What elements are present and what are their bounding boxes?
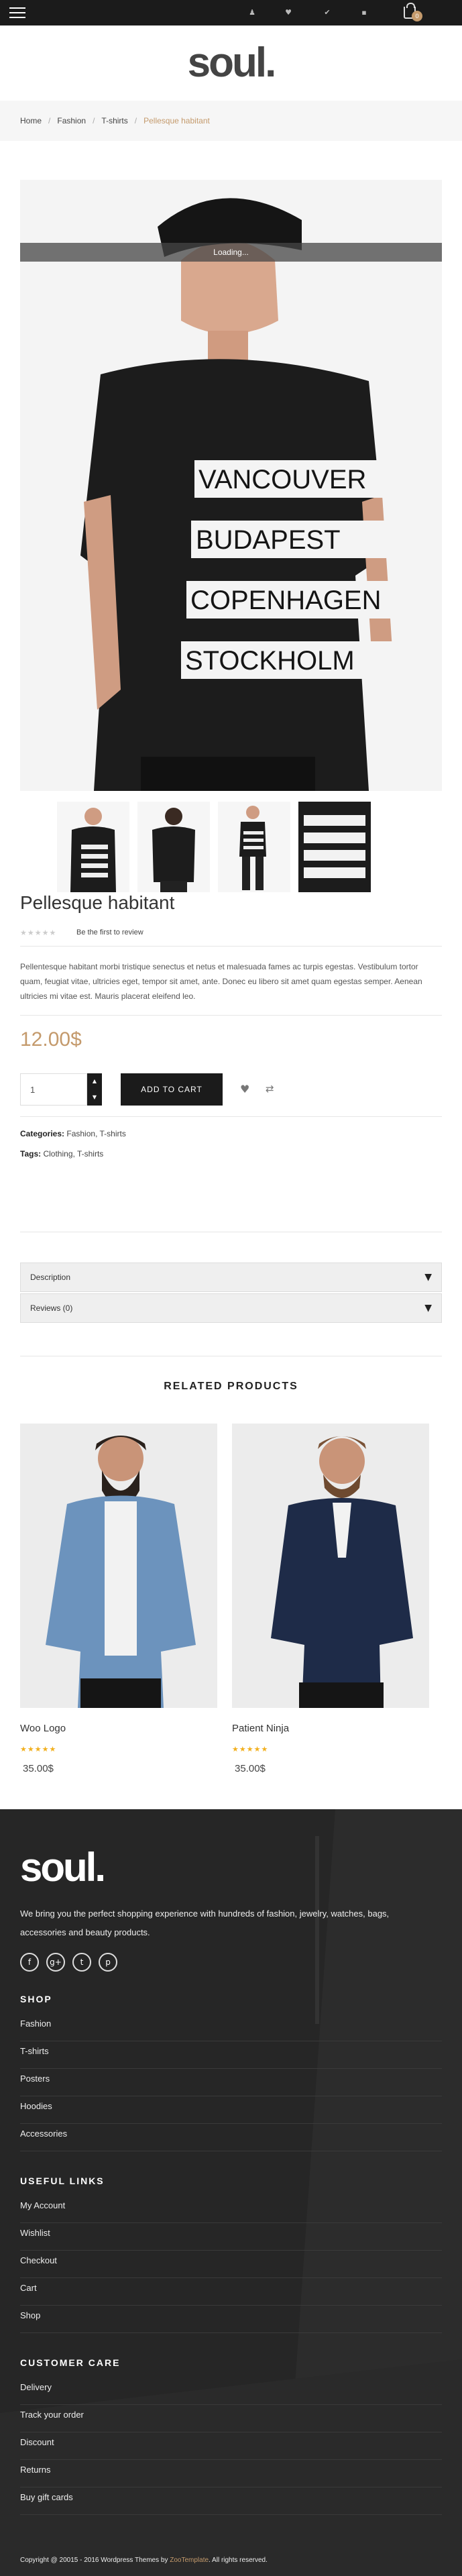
check-icon[interactable]: ✔	[323, 8, 332, 17]
footer: soul. We bring you the perfect shopping …	[0, 1809, 462, 2576]
footer-link[interactable]: Cart	[20, 2278, 442, 2306]
product-main-image[interactable]: VANCOUVER BUDAPEST COPENHAGEN STOCKHOLM …	[20, 180, 442, 791]
footer-about: We bring you the perfect shopping experi…	[20, 1909, 390, 1937]
divider	[20, 946, 442, 947]
footer-link[interactable]: Shop	[20, 2306, 442, 2333]
copyright: Copyright @ 20015 - 2016 Wordpress Theme…	[20, 2557, 268, 2564]
related-product-name[interactable]: Patient Ninja	[232, 1723, 289, 1734]
related-product-image[interactable]	[20, 1424, 217, 1708]
related-product-price: 35.00$	[235, 1763, 266, 1774]
pinterest-icon[interactable]: p	[99, 1953, 117, 1972]
product-categories: Categories: Fashion, T-shirts	[20, 1129, 126, 1138]
thumbnail-4[interactable]	[298, 802, 371, 892]
google-plus-icon[interactable]: g+	[46, 1953, 65, 1972]
breadcrumb-current: Pellesque habitant	[143, 116, 210, 125]
wishlist-icon[interactable]: ♥	[240, 1083, 249, 1095]
cart-count-badge: 0	[412, 11, 422, 21]
footer-link[interactable]: Returns	[20, 2460, 442, 2487]
svg-text:STOCKHOLM: STOCKHOLM	[185, 646, 355, 676]
divider	[20, 1015, 442, 1016]
add-to-cart-button[interactable]: ADD TO CART	[121, 1073, 223, 1106]
related-product-name[interactable]: Woo Logo	[20, 1723, 66, 1734]
tags-label: Tags:	[20, 1149, 42, 1159]
quantity-value: 1	[30, 1085, 36, 1095]
brand-link[interactable]: ZooTemplate	[170, 2557, 209, 2564]
product-price: 12.00$	[20, 1028, 82, 1051]
chevron-down-icon[interactable]: ▼	[87, 1089, 102, 1106]
footer-link[interactable]: Delivery	[20, 2377, 442, 2405]
product-description: Pellentesque habitant morbi tristique se…	[20, 962, 422, 1001]
footer-link[interactable]: Track your order	[20, 2405, 442, 2432]
tags-links[interactable]: Clothing, T-shirts	[43, 1149, 103, 1159]
breadcrumb-home[interactable]: Home	[20, 116, 42, 125]
menu-icon[interactable]	[9, 7, 25, 18]
related-product-stars: ★★★★★	[20, 1745, 57, 1754]
footer-link[interactable]: T-shirts	[20, 2041, 442, 2069]
footer-link[interactable]: Checkout	[20, 2251, 442, 2278]
svg-text:COPENHAGEN: COPENHAGEN	[190, 586, 382, 615]
tab-description-label: Description	[30, 1273, 71, 1282]
thumbnail-3[interactable]	[218, 802, 290, 892]
compare-icon[interactable]: ⇄	[266, 1083, 274, 1095]
copyright-rights: . All rights reserved.	[209, 2557, 268, 2564]
footer-link[interactable]: Buy gift cards	[20, 2487, 442, 2515]
breadcrumb-fashion[interactable]: Fashion	[57, 116, 86, 125]
footer-care-title: CUSTOMER CARE	[20, 2357, 121, 2368]
tab-description[interactable]: Description ▼	[20, 1263, 442, 1292]
svg-text:BUDAPEST: BUDAPEST	[196, 525, 341, 555]
lock-icon[interactable]: ▪	[359, 8, 369, 17]
quantity-input[interactable]: 1	[20, 1073, 87, 1106]
product-tags: Tags: Clothing, T-shirts	[20, 1149, 103, 1159]
footer-link[interactable]: Hoodies	[20, 2096, 442, 2124]
chevron-down-icon: ▼	[424, 1272, 432, 1283]
thumbnail-2[interactable]	[137, 802, 210, 892]
quantity-stepper[interactable]: ▲ ▼	[87, 1073, 102, 1106]
categories-links[interactable]: Fashion, T-shirts	[66, 1129, 125, 1138]
top-bar: ♟ ♥ ✔ ▪ 0	[0, 0, 462, 25]
copyright-text: Copyright @ 20015 - 2016 Wordpress Theme…	[20, 2557, 168, 2564]
user-icon[interactable]: ♟	[247, 8, 257, 17]
related-products-title: RELATED PRODUCTS	[164, 1381, 298, 1392]
product-title: Pellesque habitant	[20, 892, 175, 913]
footer-logo[interactable]: soul.	[20, 1844, 106, 1890]
breadcrumb-tshirts[interactable]: T-shirts	[101, 116, 127, 125]
divider	[20, 1116, 442, 1117]
svg-text:VANCOUVER: VANCOUVER	[198, 465, 366, 494]
chevron-up-icon[interactable]: ▲	[87, 1073, 102, 1089]
thumbnail-strip	[57, 802, 412, 892]
heart-icon[interactable]: ♥	[284, 8, 293, 17]
related-product-stars: ★★★★★	[232, 1745, 269, 1754]
chevron-down-icon: ▼	[424, 1303, 432, 1313]
breadcrumb: Home / Fashion / T-shirts / Pellesque habitant	[0, 101, 462, 141]
footer-shop-title: SHOP	[20, 1994, 52, 2004]
review-link[interactable]: Be the first to review	[76, 928, 143, 936]
site-logo[interactable]: soul.	[0, 39, 462, 87]
footer-link[interactable]: Fashion	[20, 2014, 442, 2041]
footer-link[interactable]: My Account	[20, 2196, 442, 2223]
footer-link[interactable]: Posters	[20, 2069, 442, 2096]
related-product-price: 35.00$	[23, 1763, 54, 1774]
footer-link[interactable]: Wishlist	[20, 2223, 442, 2251]
tab-reviews-label: Reviews (0)	[30, 1303, 73, 1313]
related-product-image[interactable]	[232, 1424, 429, 1708]
twitter-icon[interactable]: t	[72, 1953, 91, 1972]
rating-stars: ★★★★★	[20, 928, 57, 937]
footer-link[interactable]: Discount	[20, 2432, 442, 2460]
categories-label: Categories:	[20, 1129, 65, 1138]
tab-reviews[interactable]: Reviews (0) ▼	[20, 1293, 442, 1323]
footer-useful-title: USEFUL LINKS	[20, 2176, 105, 2186]
thumbnail-1[interactable]	[57, 802, 129, 892]
facebook-icon[interactable]: f	[20, 1953, 39, 1972]
loading-overlay: Loading...	[20, 243, 442, 262]
footer-link[interactable]: Accessories	[20, 2124, 442, 2151]
